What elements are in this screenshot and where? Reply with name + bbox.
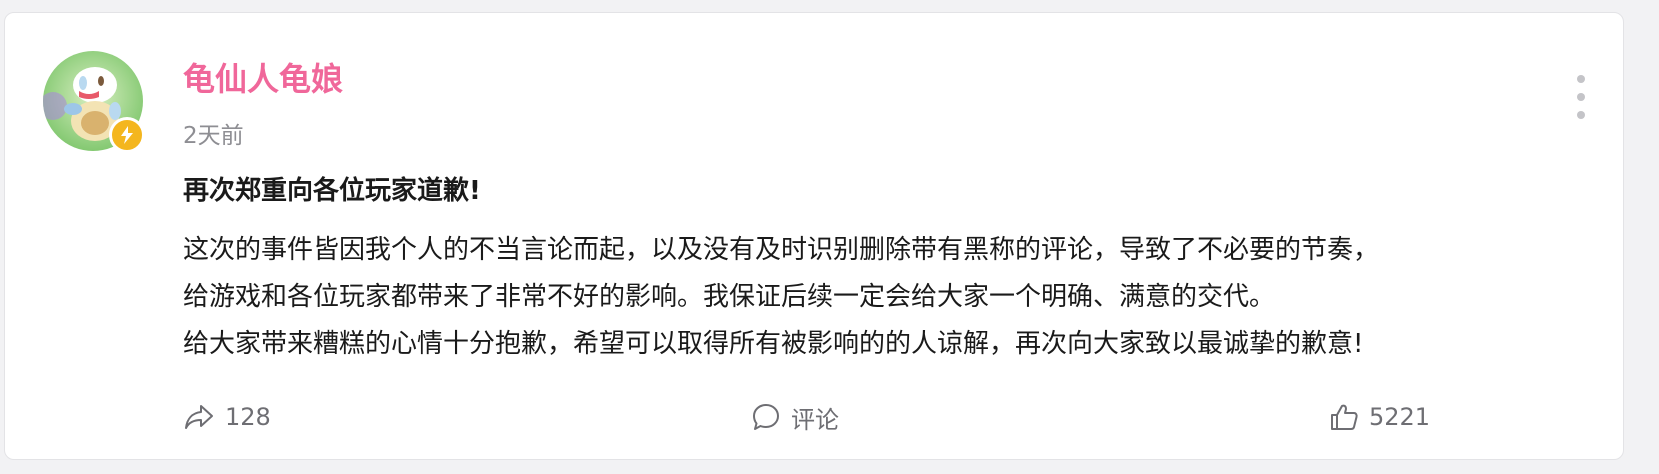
share-arrow-icon bbox=[185, 405, 213, 429]
post-body: 这次的事件皆因我个人的不当言论而起，以及没有及时识别删除带有黑称的评论，导致了不… bbox=[183, 227, 1563, 368]
post-body-line: 给游戏和各位玩家都带来了非常不好的影响。我保证后续一定会给大家一个明确、满意的交… bbox=[183, 282, 1276, 312]
comment-button[interactable]: 评论 bbox=[751, 399, 839, 435]
lightning-icon bbox=[121, 126, 133, 144]
like-button[interactable]: 5221 bbox=[1329, 399, 1430, 435]
thumbs-up-icon bbox=[1331, 404, 1358, 430]
post-time: 2天前 bbox=[183, 123, 244, 149]
post-card: 龟仙人龟娘 2天前 再次郑重向各位玩家道歉! 这次的事件皆因我个人的不当言论而起… bbox=[4, 12, 1624, 460]
avatar[interactable] bbox=[43, 51, 145, 153]
comment-label: 评论 bbox=[791, 405, 839, 434]
post-body-line: 给大家带来糟糕的心情十分抱歉，希望可以取得所有被影响的的人谅解，再次向大家致以最… bbox=[183, 329, 1364, 359]
post-body-line: 这次的事件皆因我个人的不当言论而起，以及没有及时识别删除带有黑称的评论，导致了不… bbox=[183, 235, 1380, 265]
more-vertical-icon bbox=[1577, 75, 1585, 83]
share-count: 128 bbox=[225, 403, 271, 431]
more-dot bbox=[1577, 111, 1585, 119]
comment-bubble-icon bbox=[753, 404, 779, 430]
post-title: 再次郑重向各位玩家道歉! bbox=[183, 176, 481, 206]
more-dot bbox=[1577, 93, 1585, 101]
author-name[interactable]: 龟仙人龟娘 bbox=[183, 59, 343, 99]
more-options-button[interactable] bbox=[1569, 75, 1593, 119]
like-count: 5221 bbox=[1369, 403, 1431, 431]
share-button[interactable]: 128 bbox=[183, 399, 271, 435]
verified-badge bbox=[109, 117, 145, 153]
